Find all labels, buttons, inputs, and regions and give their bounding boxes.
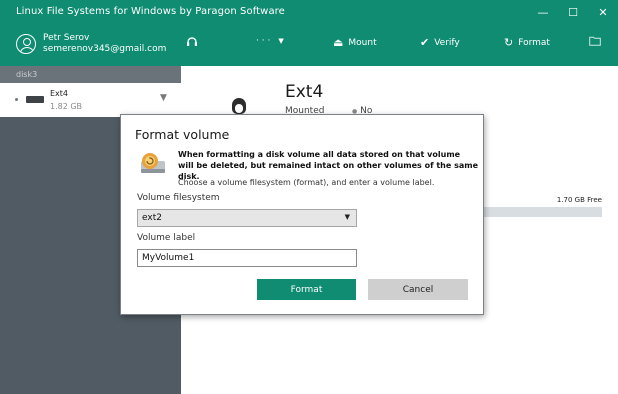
filesystem-value: ext2 xyxy=(142,213,162,223)
mount-button[interactable]: ⏏ Mount xyxy=(333,36,377,49)
status-dot-icon xyxy=(15,98,18,101)
volume-label-input[interactable]: MyVolume1 xyxy=(137,249,357,267)
headset-icon xyxy=(187,37,197,46)
close-icon[interactable]: ✕ xyxy=(588,0,618,24)
disk-header: disk3 xyxy=(0,66,181,83)
volume-name: Ext4 xyxy=(50,89,69,98)
cancel-button[interactable]: Cancel xyxy=(368,279,468,300)
disk-format-icon xyxy=(141,153,165,173)
mount-label: Mount xyxy=(348,37,377,48)
support-button[interactable] xyxy=(186,36,198,48)
verify-button[interactable]: ✔ Verify xyxy=(420,36,460,49)
check-icon: ✔ xyxy=(420,36,430,49)
user-account[interactable]: Petr Serov semerenov345@gmail.com xyxy=(16,33,166,55)
dialog-note: Choose a volume filesystem (format), and… xyxy=(178,178,435,187)
folder-icon xyxy=(589,36,601,46)
volume-size: 1.82 GB xyxy=(50,102,83,111)
minimize-icon[interactable]: — xyxy=(528,0,558,24)
format-volume-dialog: Format volume When formatting a disk vol… xyxy=(120,114,484,315)
more-label: · · · xyxy=(256,36,271,46)
user-icon xyxy=(16,34,36,54)
volume-menu-icon[interactable]: ▼ xyxy=(160,93,167,103)
sidebar-item-volume[interactable]: Ext4 1.82 GB ▼ xyxy=(0,83,181,117)
refresh-icon: ↻ xyxy=(504,36,514,49)
format-confirm-button[interactable]: Format xyxy=(257,279,356,300)
linux-penguin-icon xyxy=(232,98,246,114)
app-header: Linux File Systems for Windows by Parago… xyxy=(0,0,618,66)
verify-label: Verify xyxy=(434,37,460,48)
usage-bar xyxy=(484,207,602,217)
mount-icon: ⏏ xyxy=(333,36,344,49)
user-email: semerenov345@gmail.com xyxy=(43,44,167,54)
chevron-down-icon: ▼ xyxy=(344,213,350,221)
more-menu-button[interactable]: · · · ▼ xyxy=(256,36,284,46)
volume-title: Ext4 xyxy=(285,82,324,102)
chevron-down-icon: ▼ xyxy=(278,37,284,45)
free-space-label: 1.70 GB Free xyxy=(556,196,602,204)
user-name: Petr Serov xyxy=(43,33,90,43)
format-label: Format xyxy=(518,37,550,48)
drive-icon xyxy=(26,96,44,103)
format-button[interactable]: ↻ Format xyxy=(504,36,550,49)
dialog-title: Format volume xyxy=(135,127,230,142)
volume-label-label: Volume label xyxy=(137,233,196,243)
open-folder-button[interactable] xyxy=(589,36,601,46)
filesystem-label: Volume filesystem xyxy=(137,193,220,203)
maximize-icon[interactable]: ☐ xyxy=(558,0,588,24)
window-title: Linux File Systems for Windows by Parago… xyxy=(16,6,285,17)
window-controls: — ☐ ✕ xyxy=(528,0,618,24)
filesystem-select[interactable]: ext2 ▼ xyxy=(137,209,357,227)
